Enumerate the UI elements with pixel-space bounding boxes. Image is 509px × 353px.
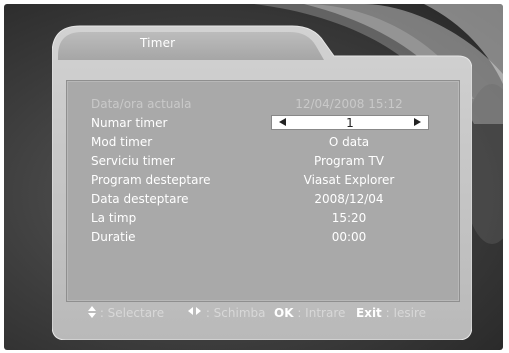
left-right-arrows-icon [188,307,202,317]
hint-change-label: : Schimba [205,306,266,320]
timer-dialog: Timer Data/ora actuala 12/04/2008 15:12 … [52,20,472,340]
row-wakeup-date[interactable]: Data desteptare 2008/12/04 [91,190,431,208]
timer-number-value: 1 [346,116,354,130]
row-timer-mode[interactable]: Mod timer O data [91,133,431,151]
ok-key: OK [274,306,294,320]
row-duration[interactable]: Duratie 00:00 [91,228,431,246]
timer-service-value: Program TV [314,154,384,168]
hint-exit-label: : Iesire [385,306,427,320]
on-time-label: La timp [91,211,137,225]
duration-label: Duratie [91,230,136,244]
up-down-arrows-icon [88,306,96,318]
current-datetime-value: 12/04/2008 15:12 [295,97,403,111]
hint-select-label: : Selectare [99,306,165,320]
hint-ok-label: : Intrare [297,306,346,320]
arrow-right-icon[interactable] [414,118,421,126]
hint-exit: Exit : Iesire [356,304,426,322]
wakeup-date-label: Data desteptare [91,192,189,206]
timer-number-label: Numar timer [91,116,168,130]
dialog-title: Timer [140,36,176,50]
wakeup-program-value: Viasat Explorer [303,173,395,187]
arrow-left-icon[interactable] [279,118,286,126]
timer-settings-panel: Data/ora actuala 12/04/2008 15:12 Numar … [66,80,460,302]
row-on-time[interactable]: La timp 15:20 [91,209,431,227]
timer-mode-value: O data [328,135,370,149]
hint-change: : Schimba [188,304,266,322]
key-hints-footer: : Selectare : Schimba OK : Intrare Exit … [88,304,458,322]
row-current-datetime: Data/ora actuala 12/04/2008 15:12 [91,95,431,113]
wakeup-date-value: 2008/12/04 [314,192,384,206]
row-wakeup-program[interactable]: Program desteptare Viasat Explorer [91,171,431,189]
on-time-value: 15:20 [331,211,367,225]
current-datetime-label: Data/ora actuala [91,97,192,111]
timer-number-selector[interactable]: 1 [271,115,429,130]
row-timer-service[interactable]: Serviciu timer Program TV [91,152,431,170]
wakeup-program-label: Program desteptare [91,173,211,187]
hint-ok: OK : Intrare [274,304,345,322]
row-timer-number[interactable]: Numar timer 1 [91,114,431,132]
duration-value: 00:00 [331,230,367,244]
tv-screen: Timer Data/ora actuala 12/04/2008 15:12 … [4,4,503,350]
timer-service-label: Serviciu timer [91,154,175,168]
exit-key: Exit [356,306,382,320]
timer-mode-label: Mod timer [91,135,153,149]
hint-select: : Selectare [88,304,164,322]
